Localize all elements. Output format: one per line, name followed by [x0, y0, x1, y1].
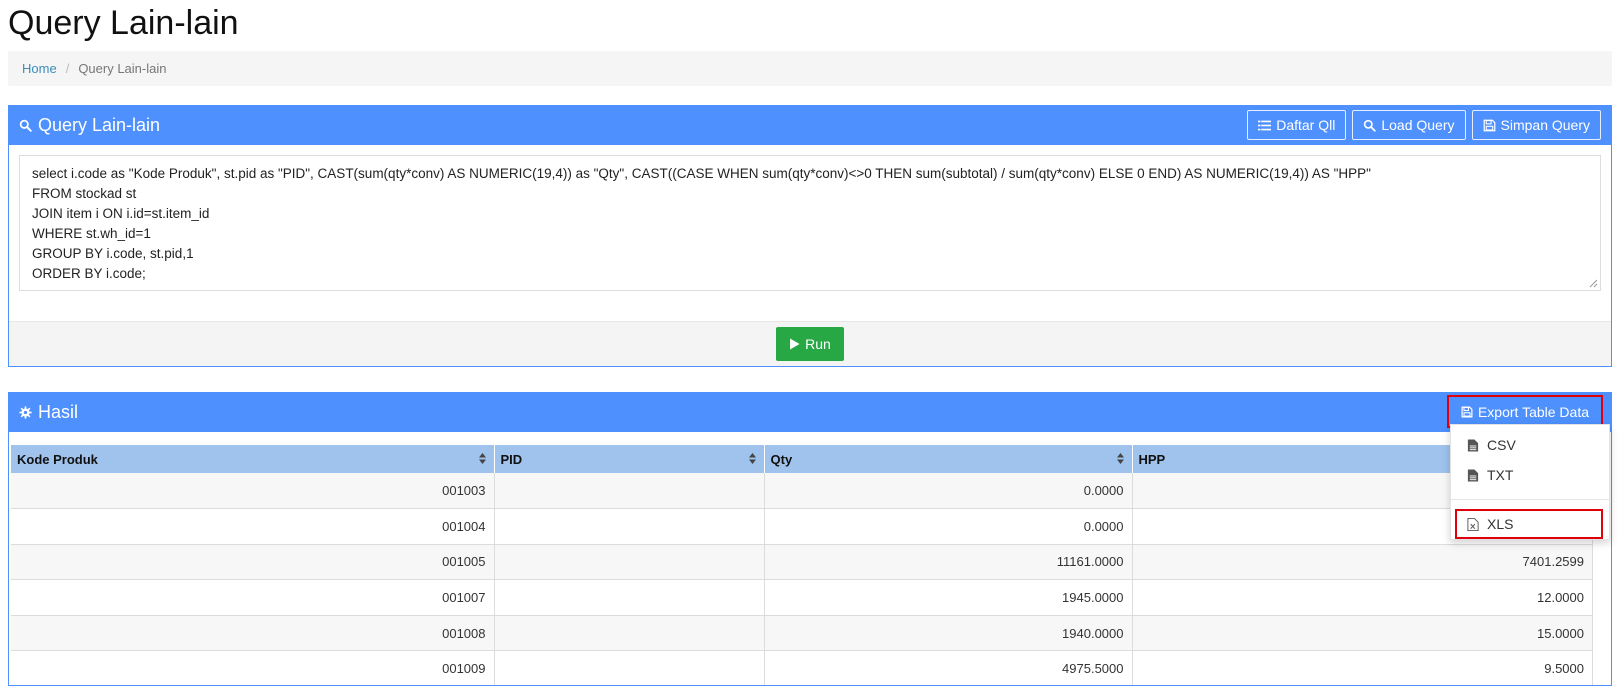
column-header-pid[interactable]: PID — [494, 445, 765, 473]
cell-kode-produk: 001008 — [11, 615, 495, 652]
result-panel: Hasil Export Table Data Kode Produk PID … — [8, 392, 1612, 686]
export-xls-item[interactable]: XLS — [1455, 509, 1603, 539]
list-icon — [1258, 120, 1272, 130]
cell-qty: 1940.0000 — [764, 615, 1133, 652]
play-icon — [790, 338, 800, 350]
daftar-qll-label: Daftar Qll — [1276, 117, 1336, 133]
sort-icon — [748, 453, 756, 464]
breadcrumb-current: Query Lain-lain — [78, 61, 167, 76]
table-row: 001009 4975.5000 9.5000 — [11, 650, 1593, 685]
query-footer: Run — [9, 321, 1611, 366]
export-txt-label: TXT — [1487, 467, 1514, 483]
run-label: Run — [805, 336, 831, 352]
search-icon — [19, 119, 32, 132]
dropdown-divider — [1451, 499, 1609, 500]
cell-pid — [494, 544, 765, 581]
save-icon — [1483, 119, 1495, 131]
export-dropdown-menu: CSV TXT XLS — [1450, 424, 1610, 540]
query-textarea[interactable]: select i.code as "Kode Produk", st.pid a… — [19, 155, 1601, 291]
breadcrumb: Home / Query Lain-lain — [8, 51, 1612, 86]
page-title: Query Lain-lain — [8, 4, 239, 42]
query-toolbar: Daftar Qll Load Query Simpan Query — [1247, 110, 1601, 140]
cell-pid — [494, 473, 765, 510]
cell-qty: 1945.0000 — [764, 579, 1133, 616]
gear-icon — [19, 406, 32, 419]
table-row: 001008 1940.0000 15.0000 — [11, 615, 1593, 652]
table-header-row: Kode Produk PID Qty HPP — [11, 445, 1593, 473]
result-table: Kode Produk PID Qty HPP 001003 0.0000 00… — [11, 445, 1593, 685]
table-row: 001003 0.0000 — [11, 473, 1593, 510]
cell-hpp: 15.0000 — [1132, 615, 1593, 652]
cell-pid — [494, 615, 765, 652]
column-header-label: Kode Produk — [17, 451, 98, 467]
cell-qty: 4975.5000 — [764, 650, 1133, 685]
sort-icon — [1116, 453, 1124, 464]
load-query-button[interactable]: Load Query — [1352, 110, 1466, 140]
export-xls-label: XLS — [1487, 516, 1514, 532]
cell-kode-produk: 001004 — [11, 508, 495, 545]
resize-grip-icon[interactable] — [1588, 278, 1598, 288]
result-panel-title: Hasil — [19, 402, 78, 423]
cell-pid — [494, 650, 765, 685]
query-line: FROM stockad st — [32, 186, 137, 201]
query-panel-title-text: Query Lain-lain — [38, 115, 161, 135]
query-line: ORDER BY i.code; — [32, 266, 146, 281]
query-line: GROUP BY i.code, st.pid,1 — [32, 246, 194, 261]
column-header-kode-produk[interactable]: Kode Produk — [11, 445, 495, 473]
sort-icon — [478, 453, 486, 464]
load-query-label: Load Query — [1381, 117, 1455, 133]
cell-pid — [494, 579, 765, 616]
table-row: 001005 11161.0000 7401.2599 — [11, 544, 1593, 581]
query-panel: Query Lain-lain Daftar Qll Load Query Si… — [8, 105, 1612, 367]
export-csv-item[interactable]: CSV — [1451, 430, 1609, 460]
cell-pid — [494, 508, 765, 545]
cell-kode-produk: 001005 — [11, 544, 495, 581]
file-icon — [1467, 438, 1479, 452]
column-header-qty[interactable]: Qty — [764, 445, 1133, 473]
excel-file-icon — [1467, 517, 1479, 531]
breadcrumb-separator: / — [65, 61, 70, 76]
query-body: select i.code as "Kode Produk", st.pid a… — [9, 145, 1611, 291]
result-panel-header: Hasil Export Table Data — [9, 393, 1611, 432]
save-icon — [1461, 406, 1473, 417]
daftar-qll-button[interactable]: Daftar Qll — [1247, 110, 1347, 140]
query-panel-header: Query Lain-lain Daftar Qll Load Query Si… — [9, 106, 1611, 145]
column-header-label: PID — [500, 451, 523, 467]
run-button[interactable]: Run — [776, 327, 844, 361]
simpan-query-label: Simpan Query — [1500, 117, 1590, 133]
export-csv-label: CSV — [1487, 437, 1516, 453]
table-row: 001007 1945.0000 12.0000 — [11, 579, 1593, 616]
export-table-label: Export Table Data — [1477, 403, 1589, 420]
cell-qty: 0.0000 — [764, 473, 1133, 510]
table-row: 001004 0.0000 — [11, 508, 1593, 545]
cell-kode-produk: 001009 — [11, 650, 495, 685]
query-line: JOIN item i ON i.id=st.item_id — [32, 206, 210, 221]
result-panel-title-text: Hasil — [38, 402, 79, 422]
column-header-label: HPP — [1138, 451, 1166, 467]
query-panel-title: Query Lain-lain — [19, 115, 160, 136]
file-icon — [1467, 468, 1479, 482]
cell-qty: 0.0000 — [764, 508, 1133, 545]
query-line: WHERE st.wh_id=1 — [32, 226, 151, 241]
cell-hpp: 12.0000 — [1132, 579, 1593, 616]
cell-hpp: 7401.2599 — [1132, 544, 1593, 581]
cell-kode-produk: 001007 — [11, 579, 495, 616]
export-txt-item[interactable]: TXT — [1451, 460, 1609, 490]
simpan-query-button[interactable]: Simpan Query — [1471, 110, 1601, 140]
cell-kode-produk: 001003 — [11, 473, 495, 510]
breadcrumb-home-link[interactable]: Home — [22, 61, 57, 76]
query-line: select i.code as "Kode Produk", st.pid a… — [32, 166, 1371, 181]
search-icon — [1364, 119, 1377, 132]
column-header-label: Qty — [770, 451, 793, 467]
cell-qty: 11161.0000 — [764, 544, 1133, 581]
cell-hpp: 9.5000 — [1132, 650, 1593, 685]
